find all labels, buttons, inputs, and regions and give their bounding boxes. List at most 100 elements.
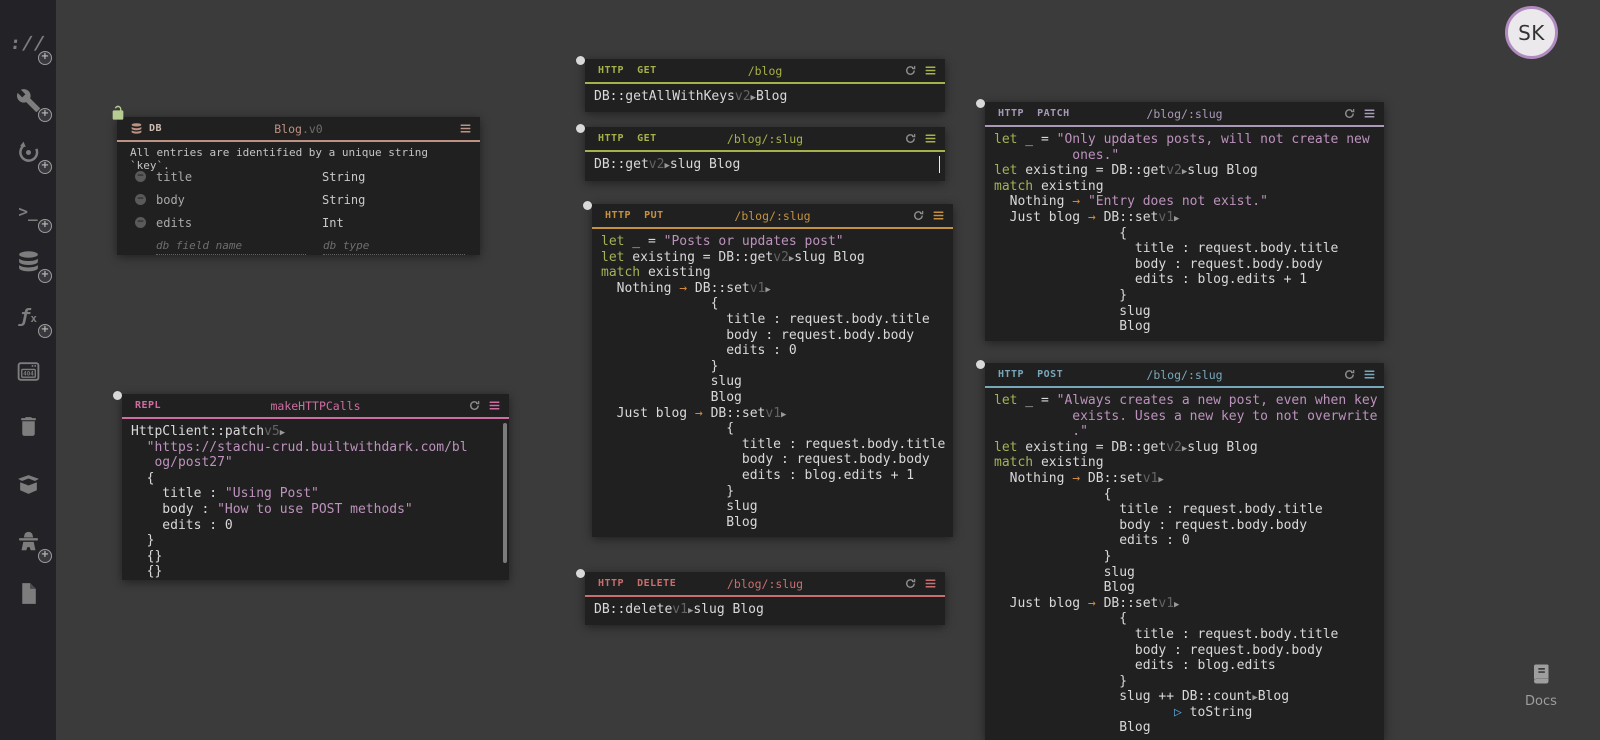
menu-icon[interactable] xyxy=(932,209,945,222)
handler-route[interactable]: /blog/:slug xyxy=(655,577,875,591)
code-token[interactable]: { xyxy=(994,226,1127,241)
code-token[interactable]: existing = DB::get xyxy=(1017,440,1166,455)
code-token[interactable]: { xyxy=(601,421,734,436)
code-token[interactable]: slug xyxy=(601,374,742,389)
code-line[interactable]: ." xyxy=(994,424,1376,440)
code-token[interactable]: slug Blog xyxy=(1187,163,1257,178)
code-token[interactable]: } xyxy=(994,288,1127,303)
code-token[interactable]: Blog xyxy=(756,89,787,104)
code-token[interactable]: Nothing xyxy=(994,194,1072,209)
menu-icon[interactable] xyxy=(488,399,501,412)
code-token[interactable]: v5 xyxy=(264,424,280,439)
code-token[interactable]: slug xyxy=(994,689,1158,704)
code-token[interactable]: exists. Uses a new key to not overwrite xyxy=(994,409,1378,424)
code-token[interactable]: { xyxy=(994,611,1127,626)
minus-icon[interactable]: − xyxy=(135,171,146,182)
sidebar-item-404s[interactable]: 404 xyxy=(0,349,56,393)
code-token[interactable]: let xyxy=(994,440,1017,455)
db-field-type[interactable]: Int xyxy=(322,216,344,230)
add-secrets-button[interactable]: + xyxy=(38,549,52,563)
code-line[interactable]: } xyxy=(131,533,501,549)
handler-route[interactable]: /blog xyxy=(655,64,875,78)
code-token[interactable]: Blog xyxy=(601,515,758,530)
code-token[interactable]: ." xyxy=(994,424,1088,439)
panel-http-get-blog[interactable]: HTTPGET/blogDB::getAllWithKeysv2▶Blog xyxy=(585,59,945,112)
code-line[interactable]: title : request.body.title xyxy=(994,627,1376,643)
code-token[interactable]: og/post27" xyxy=(154,455,232,470)
code-token[interactable]: edits : 0 xyxy=(994,533,1190,548)
code-token[interactable]: "Entry does not exist." xyxy=(1088,194,1268,209)
db-field-name[interactable]: body xyxy=(156,193,322,207)
sidebar-item-repls[interactable]: >_+ xyxy=(0,189,56,233)
code-token[interactable]: body : request.body.body xyxy=(994,257,1323,272)
sidebar-item-workers[interactable]: + xyxy=(0,78,56,122)
code-line[interactable]: edits : 0 xyxy=(994,533,1376,549)
code-token[interactable]: → xyxy=(679,281,687,296)
code-line[interactable]: body : "How to use POST methods" xyxy=(131,502,501,518)
code-token[interactable]: v2 xyxy=(735,89,751,104)
code-line[interactable]: let _ = "Only updates posts, will not cr… xyxy=(994,132,1376,148)
sidebar-item-files[interactable] xyxy=(0,571,56,615)
code-token[interactable]: HttpClient::patch xyxy=(131,424,264,439)
code-token[interactable]: body : request.body.body xyxy=(601,452,930,467)
db-name-title[interactable]: Blog.v0 xyxy=(187,122,410,136)
code-token[interactable]: {} xyxy=(131,564,162,579)
code-token[interactable]: let xyxy=(994,163,1017,178)
menu-icon[interactable] xyxy=(924,132,937,145)
code-token[interactable]: "https://stachu-crud.builtwithdark.com/b… xyxy=(147,440,468,455)
toplevel-grab-dot[interactable] xyxy=(976,360,985,369)
code-token[interactable]: DB::set xyxy=(703,406,766,421)
code-token[interactable]: Blog xyxy=(994,580,1135,595)
code-line[interactable]: slug xyxy=(601,374,945,390)
code-token[interactable]: ▶ xyxy=(1174,214,1179,224)
panel-http-patch-blog-slug[interactable]: HTTPPATCH/blog/:sluglet _ = "Only update… xyxy=(985,102,1384,341)
code-line[interactable]: Blog xyxy=(601,515,945,531)
code-token[interactable]: existing = DB::get xyxy=(624,250,773,265)
code-line[interactable]: let _ = "Posts or updates post" xyxy=(601,234,945,250)
code-token[interactable]: edits : blog.edits + 1 xyxy=(601,468,914,483)
code-token[interactable]: Nothing xyxy=(601,281,679,296)
code-token[interactable]: → xyxy=(1072,194,1080,209)
refresh-icon[interactable] xyxy=(904,64,917,77)
add-http-handlers-button[interactable]: + xyxy=(38,51,52,65)
code-line[interactable]: } xyxy=(601,484,945,500)
sidebar-item-cron-jobs[interactable]: + xyxy=(0,130,56,174)
avatar[interactable]: SK xyxy=(1505,6,1558,59)
db-field-row[interactable]: −titleString xyxy=(117,165,480,188)
code-token[interactable]: DB::delete xyxy=(594,602,672,617)
code-token[interactable] xyxy=(131,440,147,455)
code-token[interactable]: title : request.body.title xyxy=(994,241,1338,256)
handler-route[interactable]: /blog/:slug xyxy=(662,209,883,223)
code-token[interactable]: Blog xyxy=(601,390,742,405)
code-token[interactable]: body : xyxy=(131,502,217,517)
code-token[interactable] xyxy=(1080,194,1088,209)
code-token[interactable]: { xyxy=(601,296,718,311)
refresh-icon[interactable] xyxy=(912,209,925,222)
menu-icon[interactable] xyxy=(924,577,937,590)
code-token[interactable]: existing xyxy=(1033,455,1103,470)
code-token[interactable]: existing xyxy=(640,265,710,280)
code-line[interactable]: { xyxy=(131,471,501,487)
code-token[interactable]: } xyxy=(601,484,734,499)
add-datastores-button[interactable]: + xyxy=(38,269,52,283)
code-token[interactable]: title : xyxy=(131,486,225,501)
refresh-icon[interactable] xyxy=(904,577,917,590)
code-token[interactable]: body : request.body.body xyxy=(601,328,914,343)
code-line[interactable]: } xyxy=(601,359,945,375)
code-token[interactable]: } xyxy=(994,674,1127,689)
code-token[interactable]: ▷ xyxy=(1174,705,1182,720)
code-line[interactable]: HttpClient::patchv5▶ xyxy=(131,424,501,440)
code-token[interactable]: toString xyxy=(1182,705,1252,720)
code-token[interactable]: let xyxy=(994,132,1017,147)
code-line[interactable]: { xyxy=(994,226,1376,242)
code-line[interactable]: Blog xyxy=(994,720,1376,736)
code-token[interactable] xyxy=(994,705,1174,720)
code-token[interactable]: let xyxy=(601,250,624,265)
code-token[interactable]: Blog xyxy=(994,720,1151,735)
code-line[interactable]: edits : 0 xyxy=(131,518,501,534)
code-line[interactable]: body : request.body.body xyxy=(994,643,1376,659)
code-token[interactable]: let xyxy=(994,393,1017,408)
code-line[interactable]: Blog xyxy=(994,580,1376,596)
code-token[interactable]: _ = xyxy=(1017,393,1056,408)
menu-icon[interactable] xyxy=(1363,107,1376,120)
